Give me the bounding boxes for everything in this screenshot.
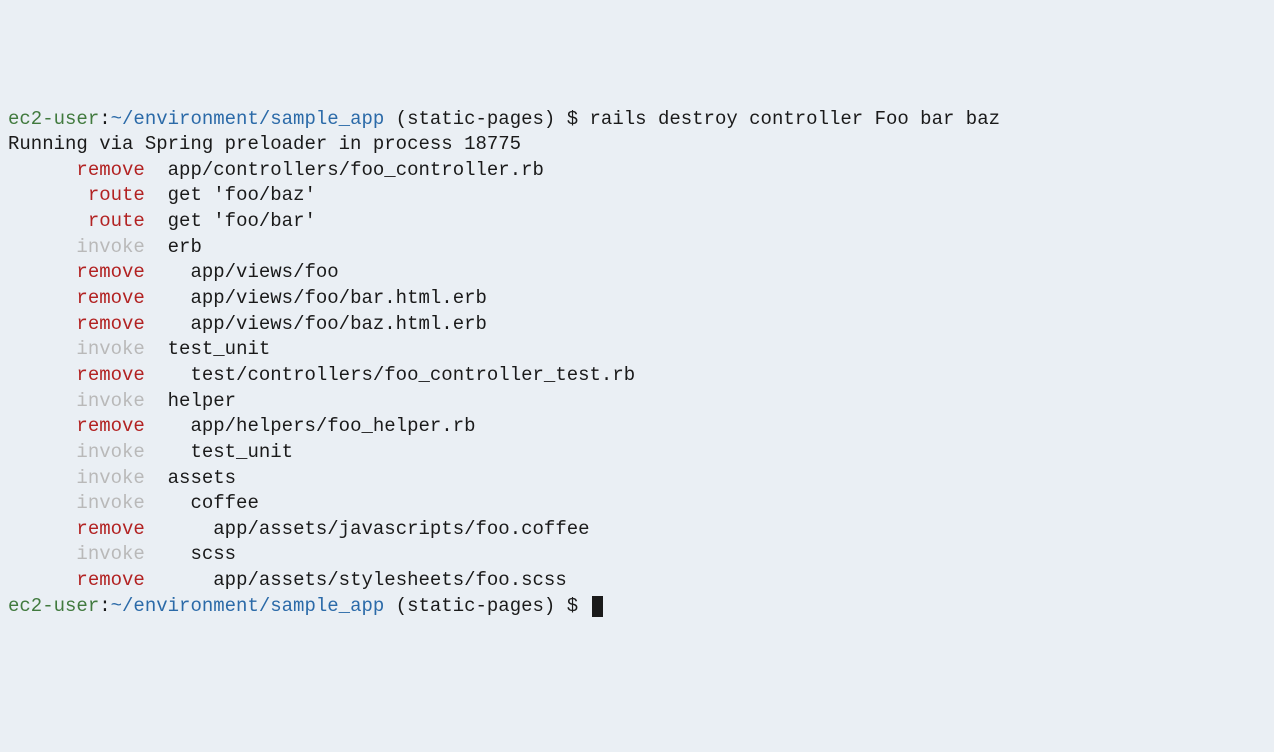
output-line: remove app/controllers/foo_controller.rb: [8, 158, 1266, 184]
prompt-colon: :: [99, 595, 110, 617]
action-label: remove: [76, 518, 144, 540]
output-line: invoke test_unit: [8, 440, 1266, 466]
action-arg: app/assets/javascripts/foo.coffee: [213, 518, 589, 540]
action-arg: app/views/foo/baz.html.erb: [190, 313, 486, 335]
action-label: invoke: [76, 543, 144, 565]
action-arg: app/views/foo/bar.html.erb: [190, 287, 486, 309]
output-line: remove app/views/foo/bar.html.erb: [8, 286, 1266, 312]
command-text: rails destroy controller Foo bar baz: [590, 108, 1000, 130]
action-arg: app/controllers/foo_controller.rb: [168, 159, 544, 181]
action-label: remove: [76, 364, 144, 386]
action-label: invoke: [76, 338, 144, 360]
output-line: remove app/views/foo: [8, 260, 1266, 286]
preloader-line: Running via Spring preloader in process …: [8, 132, 1266, 158]
action-label: invoke: [76, 441, 144, 463]
action-arg: erb: [168, 236, 202, 258]
output-line: route get 'foo/baz': [8, 183, 1266, 209]
action-label: remove: [76, 313, 144, 335]
prompt-user: ec2-user: [8, 108, 99, 130]
action-label: invoke: [76, 236, 144, 258]
output-line: route get 'foo/bar': [8, 209, 1266, 235]
action-label: remove: [76, 261, 144, 283]
action-arg: coffee: [190, 492, 258, 514]
prompt-user: ec2-user: [8, 595, 99, 617]
action-arg: app/helpers/foo_helper.rb: [190, 415, 475, 437]
action-label: route: [88, 210, 145, 232]
prompt-line[interactable]: ec2-user:~/environment/sample_app (stati…: [8, 107, 1266, 133]
action-label: remove: [76, 287, 144, 309]
action-label: remove: [76, 569, 144, 591]
terminal-output[interactable]: ec2-user:~/environment/sample_app (stati…: [8, 107, 1266, 620]
action-arg: test_unit: [190, 441, 293, 463]
prompt-path: ~/environment/sample_app: [111, 108, 385, 130]
output-line: remove test/controllers/foo_controller_t…: [8, 363, 1266, 389]
action-label: remove: [76, 415, 144, 437]
output-line: invoke helper: [8, 389, 1266, 415]
output-line: invoke assets: [8, 466, 1266, 492]
action-label: route: [88, 184, 145, 206]
action-label: invoke: [76, 390, 144, 412]
action-arg: app/views/foo: [190, 261, 338, 283]
prompt-line[interactable]: ec2-user:~/environment/sample_app (stati…: [8, 594, 1266, 620]
output-line: remove app/views/foo/baz.html.erb: [8, 312, 1266, 338]
action-arg: helper: [168, 390, 236, 412]
action-label: invoke: [76, 467, 144, 489]
output-line: remove app/assets/javascripts/foo.coffee: [8, 517, 1266, 543]
action-label: invoke: [76, 492, 144, 514]
output-line: remove app/helpers/foo_helper.rb: [8, 414, 1266, 440]
prompt-path: ~/environment/sample_app: [111, 595, 385, 617]
action-arg: app/assets/stylesheets/foo.scss: [213, 569, 566, 591]
action-label: remove: [76, 159, 144, 181]
action-arg: assets: [168, 467, 236, 489]
action-arg: get 'foo/baz': [168, 184, 316, 206]
cursor[interactable]: [592, 596, 603, 617]
prompt-branch: (static-pages): [384, 108, 566, 130]
action-arg: get 'foo/bar': [168, 210, 316, 232]
output-line: invoke scss: [8, 542, 1266, 568]
prompt-dollar: $: [567, 108, 590, 130]
action-arg: test_unit: [168, 338, 271, 360]
prompt-dollar: $: [567, 595, 590, 617]
output-line: invoke test_unit: [8, 337, 1266, 363]
output-line: invoke erb: [8, 235, 1266, 261]
action-arg: test/controllers/foo_controller_test.rb: [190, 364, 635, 386]
prompt-branch: (static-pages): [384, 595, 566, 617]
prompt-colon: :: [99, 108, 110, 130]
action-arg: scss: [190, 543, 236, 565]
output-line: remove app/assets/stylesheets/foo.scss: [8, 568, 1266, 594]
output-line: invoke coffee: [8, 491, 1266, 517]
